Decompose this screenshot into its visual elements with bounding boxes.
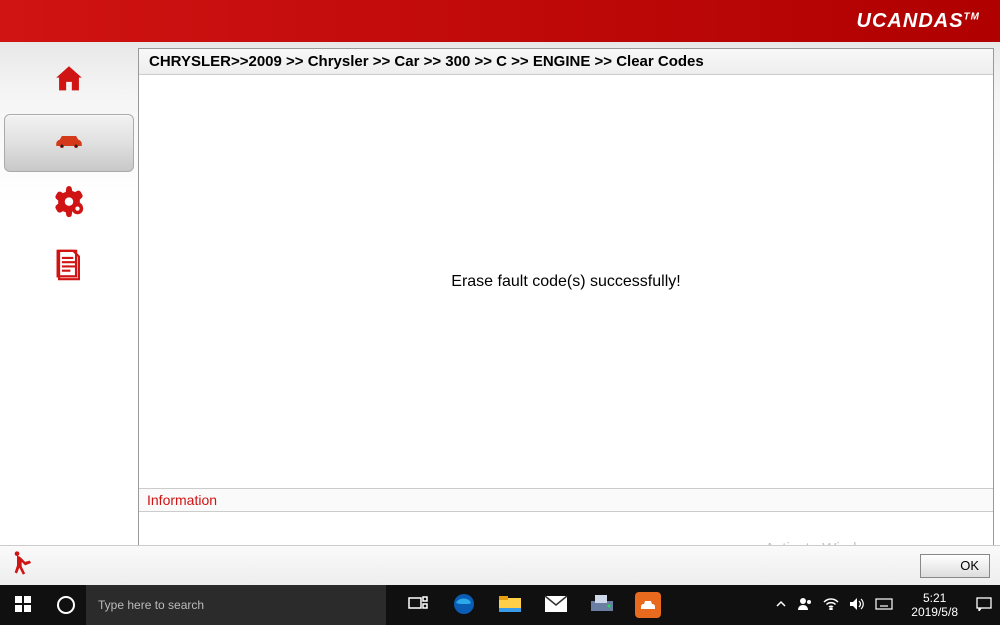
tray-wifi-icon[interactable]	[823, 598, 839, 613]
taskbar-app-explorer[interactable]	[488, 585, 532, 625]
taskbar-app-mail[interactable]	[534, 585, 578, 625]
tray-people-icon[interactable]	[797, 597, 813, 614]
tray-notifications-icon[interactable]	[976, 597, 992, 614]
exit-icon[interactable]	[10, 549, 38, 582]
windows-taskbar: Type here to search 5:21	[0, 585, 1000, 625]
taskbar-app-scanner[interactable]	[580, 585, 624, 625]
tray-keyboard-icon[interactable]	[875, 598, 893, 613]
taskbar-search[interactable]: Type here to search	[86, 585, 386, 625]
app-header: UCANDASTM	[0, 0, 1000, 42]
folder-icon	[498, 594, 522, 617]
cortana-icon	[57, 596, 75, 614]
search-placeholder: Type here to search	[98, 598, 204, 612]
sidebar	[0, 42, 138, 581]
edge-icon	[452, 592, 476, 619]
gear-icon	[52, 186, 86, 225]
brand-text: UCANDAS	[857, 10, 964, 32]
sidebar-item-diagnostics[interactable]	[4, 114, 134, 172]
mail-icon	[544, 595, 568, 616]
start-button[interactable]	[0, 585, 46, 625]
report-icon	[52, 248, 86, 287]
clock-time: 5:21	[911, 591, 958, 605]
info-label: Information	[139, 489, 993, 512]
cortana-button[interactable]	[46, 596, 86, 614]
tray-chevron-icon[interactable]	[775, 598, 787, 613]
ok-button[interactable]: OK	[920, 554, 990, 578]
taskbar-app-ucandas[interactable]	[626, 585, 670, 625]
bottom-bar: OK	[0, 545, 1000, 585]
message-area: Erase fault code(s) successfully!	[139, 75, 993, 488]
clock-date: 2019/5/8	[911, 605, 958, 619]
sidebar-item-report[interactable]	[4, 238, 134, 296]
sidebar-item-home[interactable]	[4, 52, 134, 110]
ucandas-app-icon	[635, 592, 661, 618]
taskbar-app-edge[interactable]	[442, 585, 486, 625]
tray-volume-icon[interactable]	[849, 597, 865, 614]
system-tray: 5:21 2019/5/8	[775, 591, 1000, 619]
car-icon	[52, 124, 86, 163]
task-view-icon	[408, 596, 428, 615]
taskbar-apps	[396, 585, 670, 625]
scanner-icon	[589, 593, 615, 618]
windows-icon	[15, 596, 31, 615]
brand-logo: UCANDASTM	[857, 10, 980, 33]
status-message: Erase fault code(s) successfully!	[451, 273, 680, 291]
sidebar-item-settings[interactable]	[4, 176, 134, 234]
trademark: TM	[964, 11, 980, 22]
taskbar-clock[interactable]: 5:21 2019/5/8	[903, 591, 966, 619]
breadcrumb: CHRYSLER>>2009 >> Chrysler >> Car >> 300…	[139, 49, 993, 75]
body-area: CHRYSLER>>2009 >> Chrysler >> Car >> 300…	[0, 42, 1000, 581]
task-view-button[interactable]	[396, 585, 440, 625]
main-panel: CHRYSLER>>2009 >> Chrysler >> Car >> 300…	[138, 48, 994, 581]
home-icon	[52, 62, 86, 101]
